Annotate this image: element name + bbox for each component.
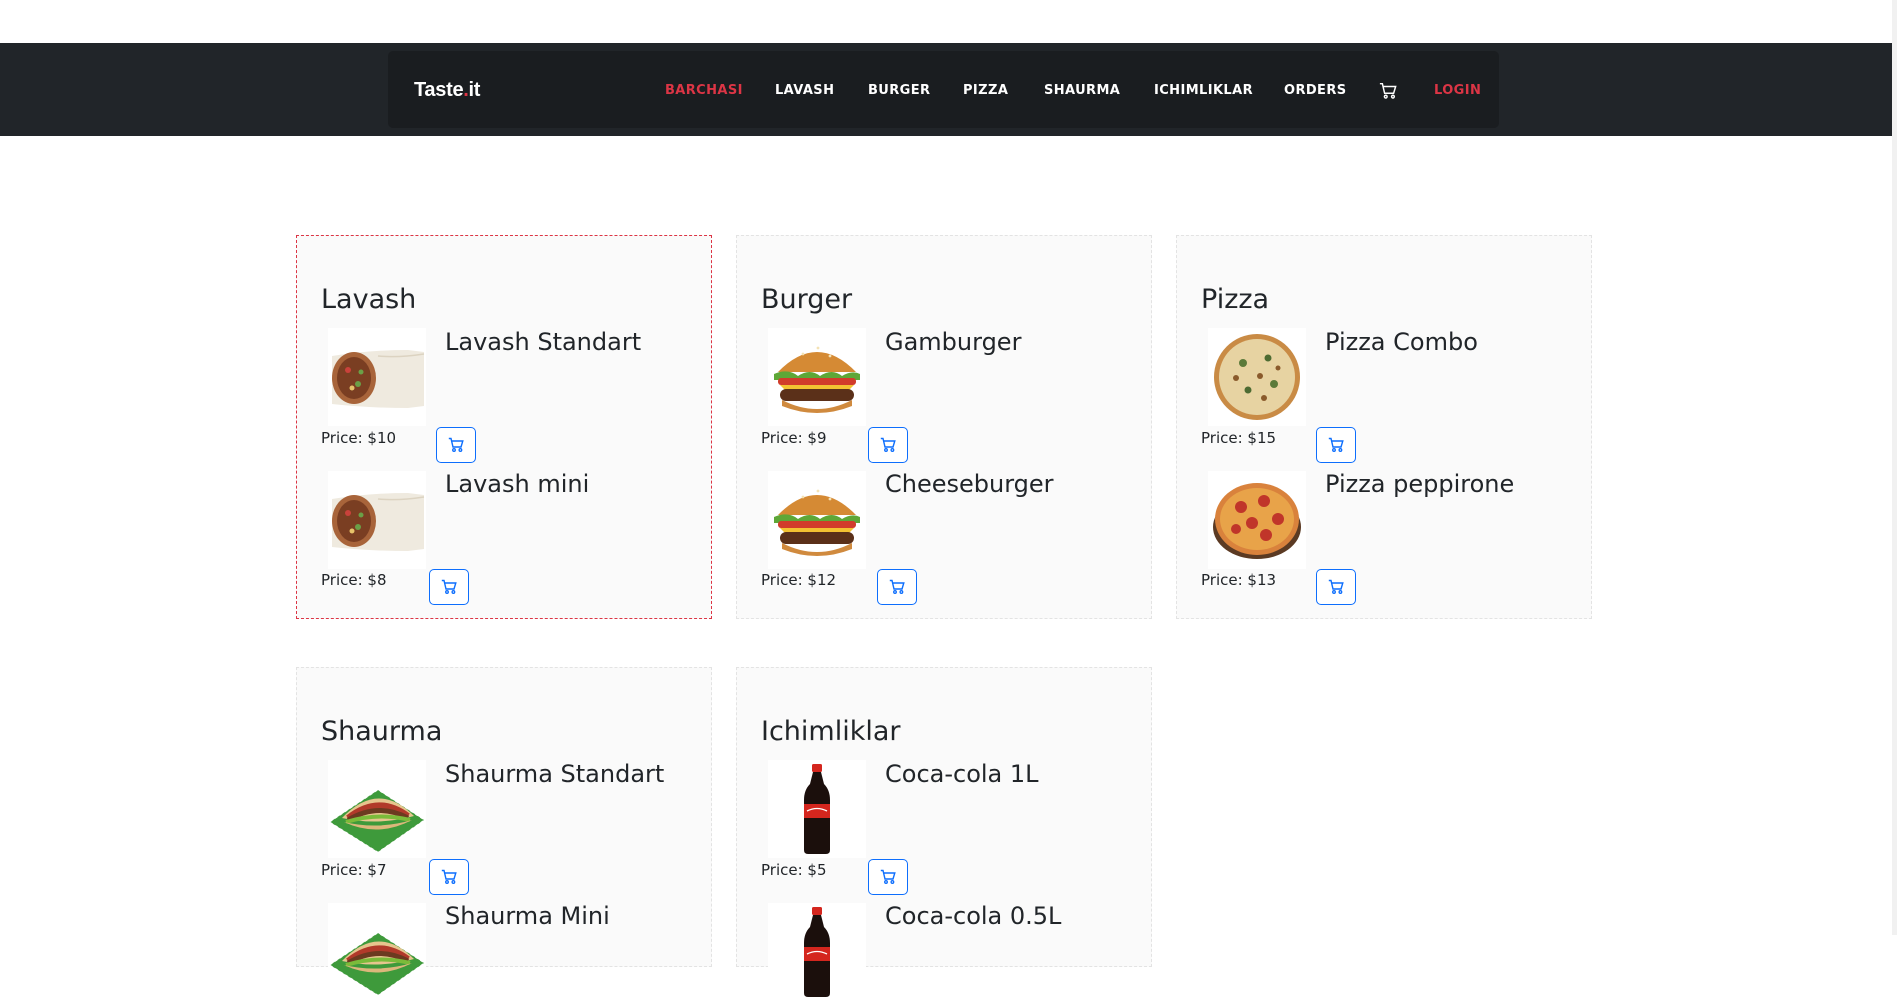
category-card-lavash: Lavash Lavash Standart Price: $10 Lavash… bbox=[296, 235, 712, 619]
cart-icon bbox=[880, 437, 896, 453]
lavash-image bbox=[328, 471, 426, 569]
nav-link-lavash[interactable]: LAVASH bbox=[775, 83, 834, 98]
page-scrollbar[interactable] bbox=[1892, 0, 1897, 935]
cart-icon bbox=[889, 579, 905, 595]
product-name: Coca-cola 1L bbox=[885, 760, 1039, 788]
product-price: Price: $15 bbox=[1201, 429, 1277, 447]
lavash-image bbox=[328, 328, 426, 426]
product-name: Shaurma Mini bbox=[445, 902, 610, 930]
pizza-combo-image bbox=[1208, 328, 1306, 426]
shaurma-image bbox=[328, 760, 426, 858]
category-card-shaurma: Shaurma Shaurma Standart Price: $7 Shaur… bbox=[296, 667, 712, 967]
nav-link-barchasi[interactable]: BARCHASI bbox=[665, 83, 743, 98]
brand-suffix: it bbox=[468, 79, 481, 101]
add-to-cart-button[interactable] bbox=[429, 859, 469, 895]
product-name: Lavash Standart bbox=[445, 328, 642, 356]
burger-image bbox=[768, 328, 866, 426]
product-price: Price: $12 bbox=[761, 571, 837, 589]
cart-icon bbox=[1328, 579, 1344, 595]
navbar: Taste.it BARCHASI LAVASH BURGER PIZZA SH… bbox=[0, 43, 1892, 136]
add-to-cart-button[interactable] bbox=[436, 427, 476, 463]
nav-link-pizza[interactable]: PIZZA bbox=[963, 83, 1008, 98]
category-title: Ichimliklar bbox=[761, 716, 901, 747]
cart-icon[interactable] bbox=[1379, 82, 1397, 100]
add-to-cart-button[interactable] bbox=[1316, 427, 1356, 463]
navbar-container: Taste.it BARCHASI LAVASH BURGER PIZZA SH… bbox=[388, 51, 1499, 128]
category-card-burger: Burger Gamburger Price: $9 Cheeseburger … bbox=[736, 235, 1152, 619]
category-title: Pizza bbox=[1201, 284, 1270, 315]
product-price: Price: $8 bbox=[321, 571, 387, 589]
add-to-cart-button[interactable] bbox=[429, 569, 469, 605]
product-price: Price: $9 bbox=[761, 429, 827, 447]
nav-link-login[interactable]: LOGIN bbox=[1434, 83, 1481, 98]
product-name: Pizza peppirone bbox=[1325, 470, 1515, 498]
brand-main: Taste bbox=[414, 79, 464, 101]
product-name: Pizza Combo bbox=[1325, 328, 1478, 356]
product-name: Cheeseburger bbox=[885, 470, 1054, 498]
category-title: Lavash bbox=[321, 284, 417, 315]
burger-image bbox=[768, 471, 866, 569]
add-to-cart-button[interactable] bbox=[1316, 569, 1356, 605]
brand-logo[interactable]: Taste.it bbox=[414, 79, 480, 102]
add-to-cart-button[interactable] bbox=[877, 569, 917, 605]
cart-icon bbox=[441, 869, 457, 885]
cola-bottle-image bbox=[768, 760, 866, 858]
nav-link-ichimliklar[interactable]: ICHIMLIKLAR bbox=[1154, 83, 1253, 98]
product-name: Gamburger bbox=[885, 328, 1022, 356]
cart-icon bbox=[448, 437, 464, 453]
pizza-pepperoni-image bbox=[1208, 471, 1306, 569]
category-card-pizza: Pizza Pizza Combo Price: $15 Pizza peppi… bbox=[1176, 235, 1592, 619]
cart-icon bbox=[441, 579, 457, 595]
shaurma-image bbox=[328, 903, 426, 1001]
category-title: Shaurma bbox=[321, 716, 443, 747]
cola-bottle-image bbox=[768, 903, 866, 1001]
product-name: Lavash mini bbox=[445, 470, 590, 498]
cart-icon bbox=[880, 869, 896, 885]
nav-link-orders[interactable]: ORDERS bbox=[1284, 83, 1347, 98]
product-price: Price: $7 bbox=[321, 861, 387, 879]
add-to-cart-button[interactable] bbox=[868, 859, 908, 895]
category-card-ichimliklar: Ichimliklar Coca-cola 1L Price: $5 Coca-… bbox=[736, 667, 1152, 967]
add-to-cart-button[interactable] bbox=[868, 427, 908, 463]
product-name: Shaurma Standart bbox=[445, 760, 665, 788]
product-price: Price: $5 bbox=[761, 861, 827, 879]
product-price: Price: $13 bbox=[1201, 571, 1277, 589]
category-title: Burger bbox=[761, 284, 853, 315]
nav-link-burger[interactable]: BURGER bbox=[868, 83, 930, 98]
nav-link-shaurma[interactable]: SHAURMA bbox=[1044, 83, 1120, 98]
product-price: Price: $10 bbox=[321, 429, 397, 447]
cart-icon bbox=[1328, 437, 1344, 453]
product-name: Coca-cola 0.5L bbox=[885, 902, 1062, 930]
